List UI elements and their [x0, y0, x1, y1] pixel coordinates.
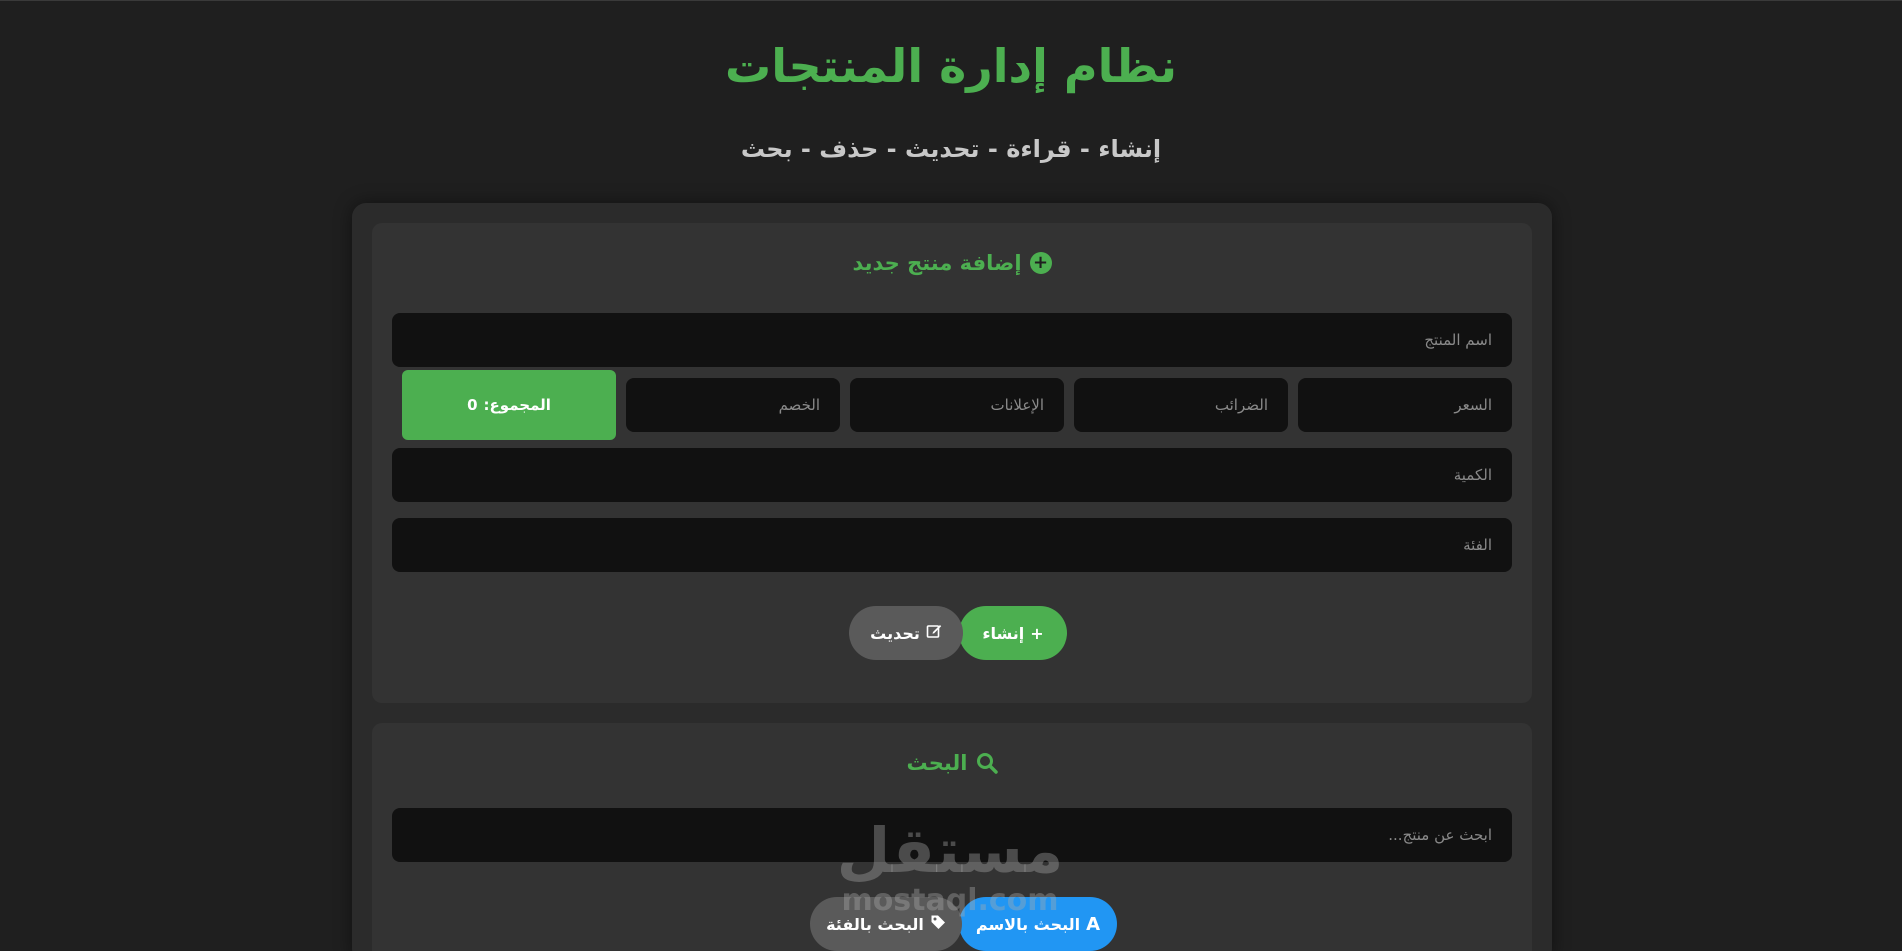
- search-by-category-label: البحث بالفئة: [826, 914, 924, 934]
- create-button[interactable]: + إنشاء: [959, 606, 1067, 660]
- plus-icon: +: [1030, 623, 1044, 643]
- quantity-input[interactable]: [392, 448, 1512, 502]
- main-container: + إضافة منتج جديد المجموع: 0 + إنشاء تحد…: [352, 203, 1552, 951]
- total-label: المجموع:: [483, 396, 551, 414]
- search-by-name-button[interactable]: A البحث بالاسم: [959, 897, 1117, 951]
- letter-a-icon: A: [1086, 913, 1101, 935]
- tag-icon: [930, 914, 946, 934]
- ads-input[interactable]: [850, 378, 1064, 432]
- total-badge: المجموع: 0: [402, 370, 616, 440]
- page-subtitle: إنشاء - قراءة - تحديث - حذف - بحث: [740, 135, 1162, 163]
- total-value: 0: [467, 396, 478, 414]
- search-by-name-label: البحث بالاسم: [975, 914, 1081, 934]
- update-button-label: تحديث: [870, 623, 920, 643]
- search-by-category-button[interactable]: البحث بالفئة: [810, 897, 962, 951]
- create-card-title: + إضافة منتج جديد: [372, 251, 1532, 275]
- taxes-input[interactable]: [1074, 378, 1288, 432]
- page-title: نظام إدارة المنتجات: [725, 39, 1177, 93]
- search-card-title: البحث: [372, 751, 1532, 775]
- create-product-card: + إضافة منتج جديد المجموع: 0 + إنشاء تحد…: [372, 223, 1532, 703]
- plus-circle-icon: +: [1029, 252, 1052, 274]
- create-button-label: إنشاء: [982, 623, 1025, 643]
- search-card-title-text: البحث: [906, 751, 968, 775]
- create-card-title-text: إضافة منتج جديد: [852, 251, 1022, 275]
- price-input[interactable]: [1298, 378, 1512, 432]
- update-button[interactable]: تحديث: [849, 606, 963, 660]
- category-input[interactable]: [392, 518, 1512, 572]
- search-card: البحث A البحث بالاسم البحث بالفئة: [372, 723, 1532, 951]
- search-icon: [976, 752, 998, 774]
- product-name-input[interactable]: [392, 313, 1512, 367]
- edit-icon: [926, 623, 942, 643]
- search-input[interactable]: [392, 808, 1512, 862]
- discount-input[interactable]: [626, 378, 840, 432]
